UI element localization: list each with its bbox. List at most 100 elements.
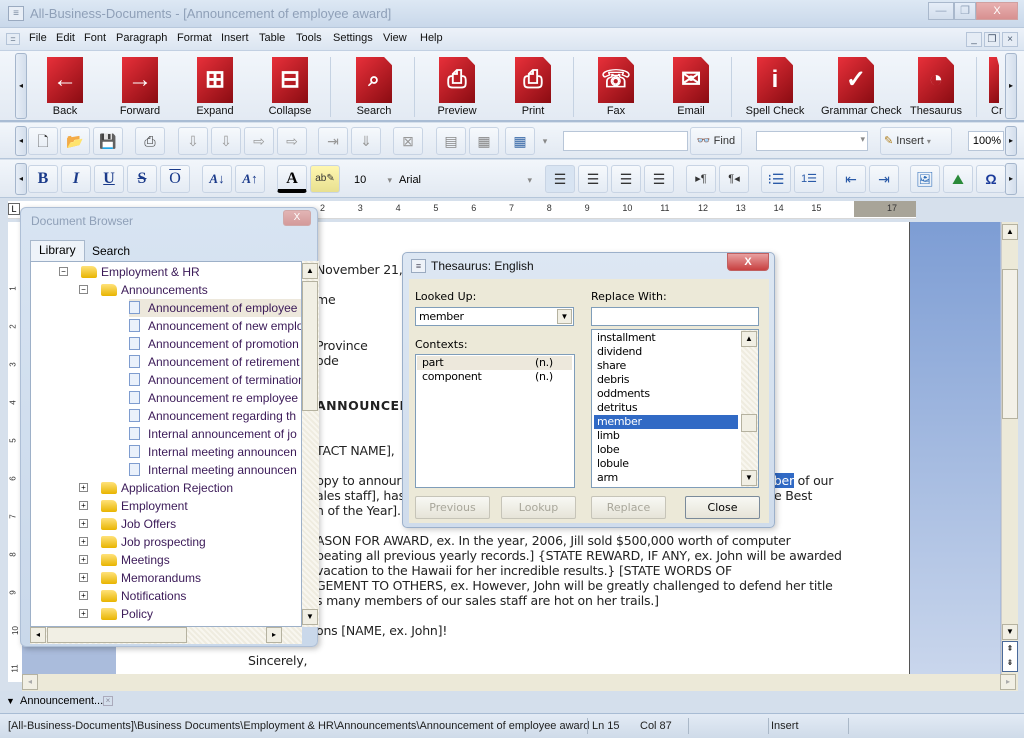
tree-folder[interactable]: Employment	[101, 497, 188, 515]
synonym-item[interactable]: debris	[594, 373, 738, 387]
tree-scroll-thumb[interactable]	[302, 281, 318, 411]
tree-scroll-down-button[interactable]: ▼	[302, 609, 318, 625]
contexts-list[interactable]: part (n.) component (n.)	[415, 354, 575, 488]
print-button[interactable]: ⎙ Print	[498, 55, 568, 119]
collapse-node-icon[interactable]: −	[79, 285, 88, 294]
fax-button[interactable]: ☏ Fax	[581, 55, 651, 119]
menu-help[interactable]: Help	[420, 32, 443, 44]
page-nav-buttons[interactable]: ⇞ ⇟	[1002, 641, 1018, 672]
find-input[interactable]	[563, 131, 688, 151]
zoom-field[interactable]: 100%	[968, 131, 1004, 151]
tree-horizontal-scrollbar[interactable]: ◂ ▸	[30, 627, 302, 644]
email-button[interactable]: ✉ Email	[656, 55, 726, 119]
insert-button[interactable]: ✎ Insert ▾	[880, 127, 952, 155]
synonym-item[interactable]: detritus	[594, 401, 738, 415]
toolbar-scroll-left[interactable]: ◂	[15, 163, 27, 195]
expand-button[interactable]: ⊞ Expand	[180, 55, 250, 119]
thesaurus-button[interactable]: ◔ Thesaurus	[901, 55, 971, 119]
synonym-item[interactable]: limb	[594, 429, 738, 443]
open-button[interactable]: 📂	[60, 127, 90, 155]
toolbar-scroll-right[interactable]: ▸	[1005, 126, 1017, 156]
tree-document[interactable]: Announcement regarding th	[129, 407, 296, 425]
tree-folder[interactable]: Employment & HR	[81, 263, 200, 281]
expand-node-icon[interactable]: +	[79, 609, 88, 618]
dialog-system-icon[interactable]: ≡	[411, 259, 426, 273]
bullet-list-button[interactable]: ⁝☰	[761, 165, 791, 193]
replace-with-input[interactable]	[591, 307, 759, 326]
tree-document[interactable]: Announcement re employee	[129, 389, 298, 407]
context-item[interactable]: part (n.)	[417, 356, 572, 370]
collapse-node-icon[interactable]: −	[59, 267, 68, 276]
toolbar-scroll-right[interactable]: ▸	[1005, 163, 1017, 195]
insert-picture-button[interactable]: 🖼	[910, 165, 940, 193]
horizontal-scrollbar[interactable]: ◂ ▸	[22, 674, 1018, 691]
synonym-item[interactable]: lobule	[594, 457, 738, 471]
overline-button[interactable]: O	[160, 165, 190, 193]
tree-document[interactable]: Internal meeting announcen	[129, 443, 297, 461]
decrease-indent-button[interactable]: ⇤	[836, 165, 866, 193]
document-tab[interactable]: Announcement...	[20, 695, 103, 707]
italic-button[interactable]: I	[61, 165, 91, 193]
split-cells-button[interactable]: ⇥	[318, 127, 348, 155]
insert-table-button[interactable]: ▦	[505, 127, 535, 155]
system-menu-icon[interactable]: ≡	[8, 6, 24, 21]
rtl-button[interactable]: ¶◂	[719, 165, 749, 193]
tree-document[interactable]: Announcement of employee award	[129, 299, 301, 317]
menu-edit[interactable]: Edit	[56, 32, 75, 44]
tab-search[interactable]: Search	[83, 241, 139, 261]
context-item[interactable]: component (n.)	[417, 370, 572, 384]
merge-cells-button[interactable]: ⇓	[351, 127, 381, 155]
expand-node-icon[interactable]: +	[79, 501, 88, 510]
insert-column-left-button[interactable]: ⇨	[244, 127, 274, 155]
create-button[interactable]: Cr	[985, 55, 1005, 119]
tree-folder[interactable]: Notifications	[101, 587, 186, 605]
tree-folder[interactable]: Meetings	[101, 551, 170, 569]
menu-tools[interactable]: Tools	[296, 32, 322, 44]
tree-document[interactable]: Announcement of new employee	[129, 317, 301, 335]
menu-table[interactable]: Table	[259, 32, 285, 44]
expand-node-icon[interactable]: +	[79, 573, 88, 582]
font-color-button[interactable]: A	[277, 165, 307, 193]
new-document-button[interactable]: 🗋	[28, 127, 58, 155]
underline-button[interactable]: U	[94, 165, 124, 193]
synonym-item[interactable]: share	[594, 359, 738, 373]
close-button[interactable]: Close	[685, 496, 760, 519]
close-button[interactable]: X	[976, 2, 1018, 20]
synonym-item[interactable]: installment	[594, 331, 738, 345]
mdi-system-icon[interactable]: =	[6, 33, 20, 45]
strikethrough-button[interactable]: S	[127, 165, 157, 193]
save-button[interactable]: 💾	[93, 127, 123, 155]
search-button[interactable]: ⌕ Search	[339, 55, 409, 119]
mdi-restore-button[interactable]: ❐	[984, 32, 1000, 47]
collapse-button[interactable]: ⊟ Collapse	[255, 55, 325, 119]
insert-row-above-button[interactable]: ⇩	[178, 127, 208, 155]
superscript-button[interactable]: A↑	[235, 165, 265, 193]
synonym-item[interactable]: arm	[594, 471, 738, 485]
toolbar-scroll-left[interactable]: ◂	[15, 126, 27, 156]
scroll-left-button[interactable]: ◂	[22, 674, 38, 690]
insert-symbol-button[interactable]: Ω	[976, 165, 1006, 193]
tab-stop-selector[interactable]: L	[8, 203, 20, 215]
ltr-button[interactable]: ▸¶	[686, 165, 716, 193]
subscript-button[interactable]: A↓	[202, 165, 232, 193]
find-button[interactable]: 👓 Find	[690, 127, 742, 155]
delete-table-button[interactable]: ⊠	[393, 127, 423, 155]
forward-button[interactable]: → Forward	[105, 55, 175, 119]
scroll-up-button[interactable]: ▲	[1002, 224, 1018, 240]
align-right-button[interactable]: ☰	[611, 165, 641, 193]
menu-settings[interactable]: Settings	[333, 32, 373, 44]
table-properties-button[interactable]: ▤	[436, 127, 466, 155]
tree-scroll-right-button[interactable]: ▸	[266, 627, 282, 643]
menu-paragraph[interactable]: Paragraph	[116, 32, 167, 44]
synonyms-list[interactable]: installment dividend share debris oddments de…	[591, 329, 759, 488]
thesaurus-close-x-button[interactable]: X	[727, 253, 769, 271]
tree-hscroll-thumb[interactable]	[47, 627, 187, 643]
vertical-scrollbar[interactable]: ▲ ▼ ⇞ ⇟	[1001, 222, 1018, 674]
style-select[interactable]: ▾	[756, 131, 868, 151]
tree-folder[interactable]: Job Offers	[101, 515, 176, 533]
tree-document[interactable]: Announcement of termination	[129, 371, 301, 389]
replace-button[interactable]: Replace	[591, 496, 666, 519]
table-grid-button[interactable]: ▦	[469, 127, 499, 155]
print-small-button[interactable]: ⎙	[135, 127, 165, 155]
looked-up-select[interactable]: member ▼	[415, 307, 574, 326]
